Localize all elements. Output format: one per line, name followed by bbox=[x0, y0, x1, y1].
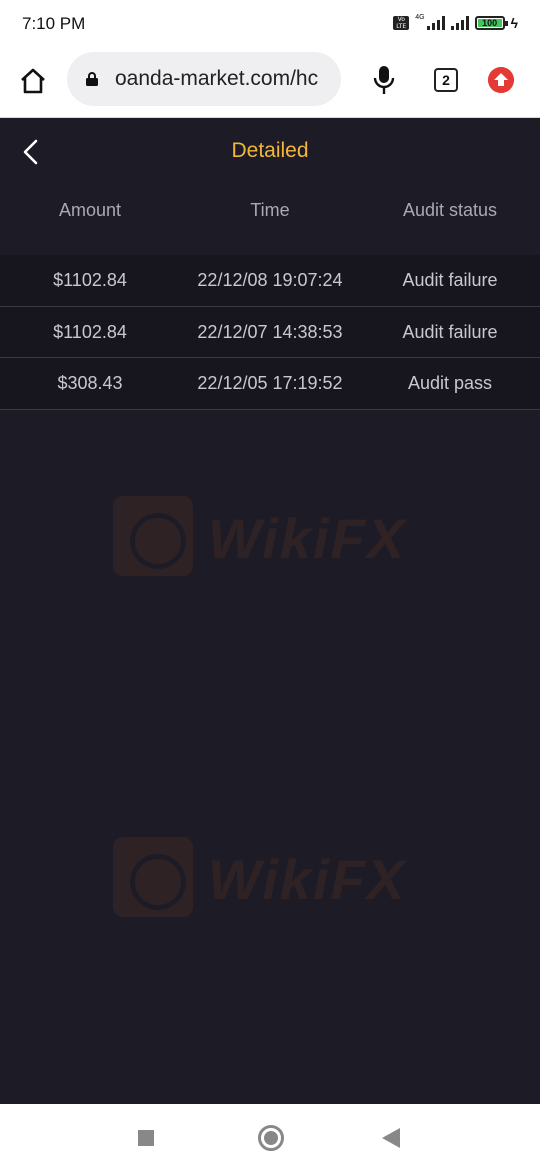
time-cell: 22/12/07 14:38:53 bbox=[197, 321, 343, 342]
triangle-back-icon[interactable] bbox=[382, 1128, 400, 1148]
page-header: Detailed Amount Time Audit status bbox=[0, 119, 540, 249]
watermark-text: WikiFX bbox=[208, 507, 407, 570]
watermark-text: WikiFX bbox=[208, 848, 407, 911]
amount-cell: $1102.84 bbox=[53, 321, 127, 342]
home-icon[interactable] bbox=[18, 66, 48, 96]
column-header-audit-status: Audit status bbox=[402, 200, 498, 220]
status-icons: Vo LTE 4G 100 ϟ bbox=[393, 13, 518, 31]
watermark-logo: WikiFX bbox=[113, 837, 443, 919]
amount-cell: $1102.84 bbox=[53, 270, 127, 290]
status-cell: Audit failure bbox=[402, 321, 498, 342]
circle-icon[interactable] bbox=[258, 1125, 284, 1151]
volte-icon: Vo LTE bbox=[393, 16, 410, 30]
battery-icon: 100 bbox=[474, 16, 508, 30]
lock-icon bbox=[86, 72, 98, 86]
amount-cell: $308.43 bbox=[57, 373, 123, 393]
signal-strength-icon-2 bbox=[450, 16, 469, 30]
address-bar[interactable]: oanda-market.com/hc bbox=[67, 52, 341, 106]
time-cell: 22/12/05 17:19:52 bbox=[197, 373, 343, 393]
column-header-time: Time bbox=[250, 200, 290, 220]
url-text: oanda-market.com/hc bbox=[115, 67, 319, 90]
status-time: 7:10 PM bbox=[22, 14, 86, 33]
page-title: Detailed bbox=[231, 139, 309, 162]
system-nav-bar bbox=[0, 1104, 540, 1170]
status-bar: 7:10 PM Vo LTE 4G 100 ϟ bbox=[0, 0, 540, 46]
status-cell: Audit pass bbox=[407, 373, 493, 393]
table-row: $308.43 22/12/05 17:19:52 Audit pass bbox=[0, 358, 540, 410]
time-cell: 22/12/08 19:07:24 bbox=[197, 270, 343, 290]
update-arrow-icon[interactable] bbox=[488, 67, 514, 93]
signal-strength-icon bbox=[426, 16, 445, 30]
network-type-label: 4G bbox=[415, 13, 425, 21]
tabs-button[interactable]: 2 bbox=[434, 68, 458, 92]
table-row: $1102.84 22/12/07 14:38:53 Audit failure bbox=[0, 306, 540, 358]
watermark-emblem-icon bbox=[113, 837, 193, 917]
battery-level: 100 bbox=[477, 19, 502, 28]
watermark-logo: WikiFX bbox=[113, 496, 443, 578]
table-row: $1102.84 22/12/08 19:07:24 Audit failure bbox=[0, 255, 540, 307]
watermark-emblem-icon bbox=[113, 496, 193, 576]
microphone-icon[interactable] bbox=[371, 64, 397, 96]
column-header-amount: Amount bbox=[58, 200, 122, 220]
status-cell: Audit failure bbox=[402, 270, 498, 290]
browser-toolbar: oanda-market.com/hc 2 bbox=[0, 46, 540, 118]
square-icon[interactable] bbox=[138, 1130, 154, 1146]
charging-icon: ϟ bbox=[510, 15, 518, 31]
records-table: $1102.84 22/12/08 19:07:24 Audit failure… bbox=[0, 255, 540, 410]
